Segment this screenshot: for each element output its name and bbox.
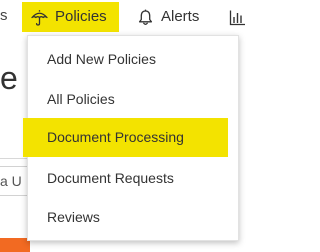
- orange-button-fragment[interactable]: [0, 238, 30, 252]
- tab-alerts-label: Alerts: [161, 8, 200, 25]
- policies-dropdown-menu: Add New Policies All Policies Document P…: [23, 35, 239, 241]
- page-heading-fragment: e: [0, 60, 18, 96]
- tab-policies[interactable]: Policies: [22, 2, 119, 32]
- menu-item-all-policies[interactable]: All Policies: [28, 84, 238, 114]
- umbrella-icon: [31, 9, 48, 26]
- tab-policies-label: Policies: [55, 8, 107, 25]
- bar-chart-icon: [229, 9, 246, 26]
- menu-item-reviews[interactable]: Reviews: [28, 202, 238, 232]
- tab-reports[interactable]: [225, 2, 255, 32]
- menu-item-document-requests[interactable]: Document Requests: [28, 163, 238, 193]
- background-input-fragment[interactable]: a U: [0, 166, 28, 196]
- menu-item-add-new-policies[interactable]: Add New Policies: [28, 44, 238, 74]
- nav-partial-text: s: [0, 7, 8, 24]
- menu-item-document-processing[interactable]: Document Processing: [23, 118, 228, 157]
- tab-alerts[interactable]: Alerts: [133, 2, 205, 32]
- divider: [0, 158, 28, 159]
- bell-icon: [137, 9, 154, 26]
- top-navigation-bar: s Policies Alerts: [0, 0, 247, 34]
